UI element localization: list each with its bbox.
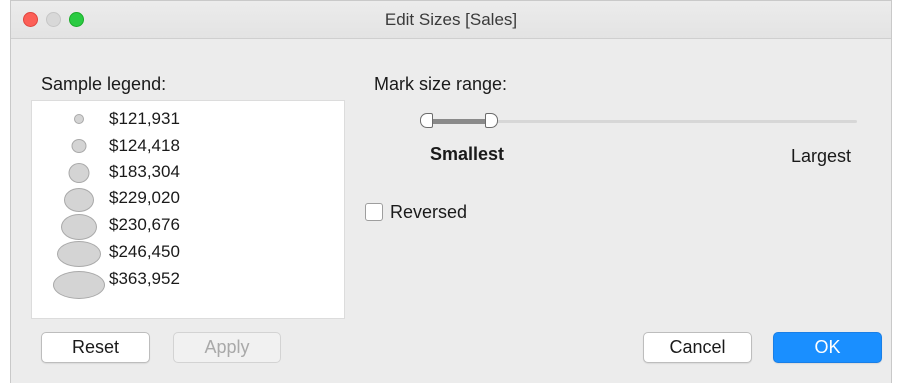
cancel-button[interactable]: Cancel <box>643 332 752 363</box>
size-circle-icon <box>53 271 105 299</box>
reset-button[interactable]: Reset <box>41 332 150 363</box>
largest-size-handle[interactable] <box>485 113 498 128</box>
size-circle-icon <box>61 214 97 240</box>
reversed-checkbox[interactable] <box>365 203 383 221</box>
reversed-label[interactable]: Reversed <box>390 202 467 223</box>
legend-row: $246,450 <box>32 240 344 267</box>
mark-size-slider-range <box>425 119 487 124</box>
legend-row: $230,676 <box>32 213 344 240</box>
legend-row: $183,304 <box>32 160 344 186</box>
apply-button[interactable]: Apply <box>173 332 281 363</box>
size-circle-icon <box>74 114 84 124</box>
sample-legend-label: Sample legend: <box>41 74 167 94</box>
legend-value: $229,020 <box>109 188 180 207</box>
legend-value: $230,676 <box>109 215 180 234</box>
smallest-size-handle[interactable] <box>420 113 433 128</box>
legend-value: $124,418 <box>109 136 180 155</box>
legend-row: $229,020 <box>32 186 344 212</box>
mark-size-range-label: Mark size range: <box>374 74 508 94</box>
ok-button[interactable]: OK <box>773 332 882 363</box>
size-circle-icon <box>68 163 90 183</box>
legend-row: $121,931 <box>32 107 344 133</box>
smallest-label: Smallest <box>430 144 505 164</box>
legend-row: $124,418 <box>32 134 344 160</box>
legend-row: $363,952 <box>32 267 344 299</box>
legend-value: $121,931 <box>109 109 180 128</box>
legend-value: $363,952 <box>109 269 180 288</box>
window-title: Edit Sizes [Sales] <box>384 10 518 29</box>
largest-label: Largest <box>791 146 852 166</box>
size-circle-icon <box>64 188 94 212</box>
size-circle-icon <box>57 241 101 267</box>
legend-value: $246,450 <box>109 242 180 261</box>
legend-value: $183,304 <box>109 162 180 181</box>
title-bar: Edit Sizes [Sales] <box>11 1 891 39</box>
sample-legend: $121,931 $124,418 $183,304 $229,020 $230… <box>31 100 345 319</box>
size-circle-icon <box>71 139 87 153</box>
